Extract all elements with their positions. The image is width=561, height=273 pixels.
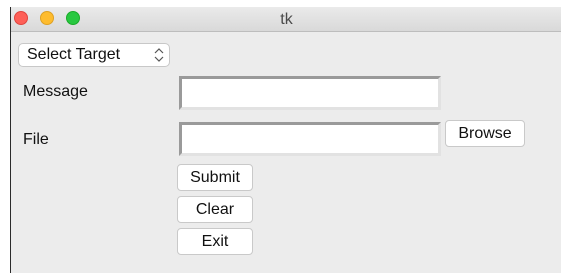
app-window: tk Select Target Message File Browse Sub… xyxy=(10,7,561,273)
chevron-updown-icon xyxy=(153,44,165,70)
browse-button[interactable]: Browse xyxy=(445,120,525,147)
message-input[interactable] xyxy=(179,76,441,110)
submit-button[interactable]: Submit xyxy=(177,164,253,191)
window-title: tk xyxy=(280,11,293,28)
clear-button[interactable]: Clear xyxy=(177,196,253,223)
file-input[interactable] xyxy=(179,122,441,156)
target-select-value: Select Target xyxy=(27,46,121,63)
file-label: File xyxy=(23,131,49,148)
title-bar: tk xyxy=(11,7,561,32)
message-label: Message xyxy=(23,83,88,100)
exit-button[interactable]: Exit xyxy=(177,228,253,255)
target-select[interactable]: Select Target xyxy=(18,43,170,67)
window-content: Select Target Message File Browse Submit… xyxy=(11,32,561,273)
